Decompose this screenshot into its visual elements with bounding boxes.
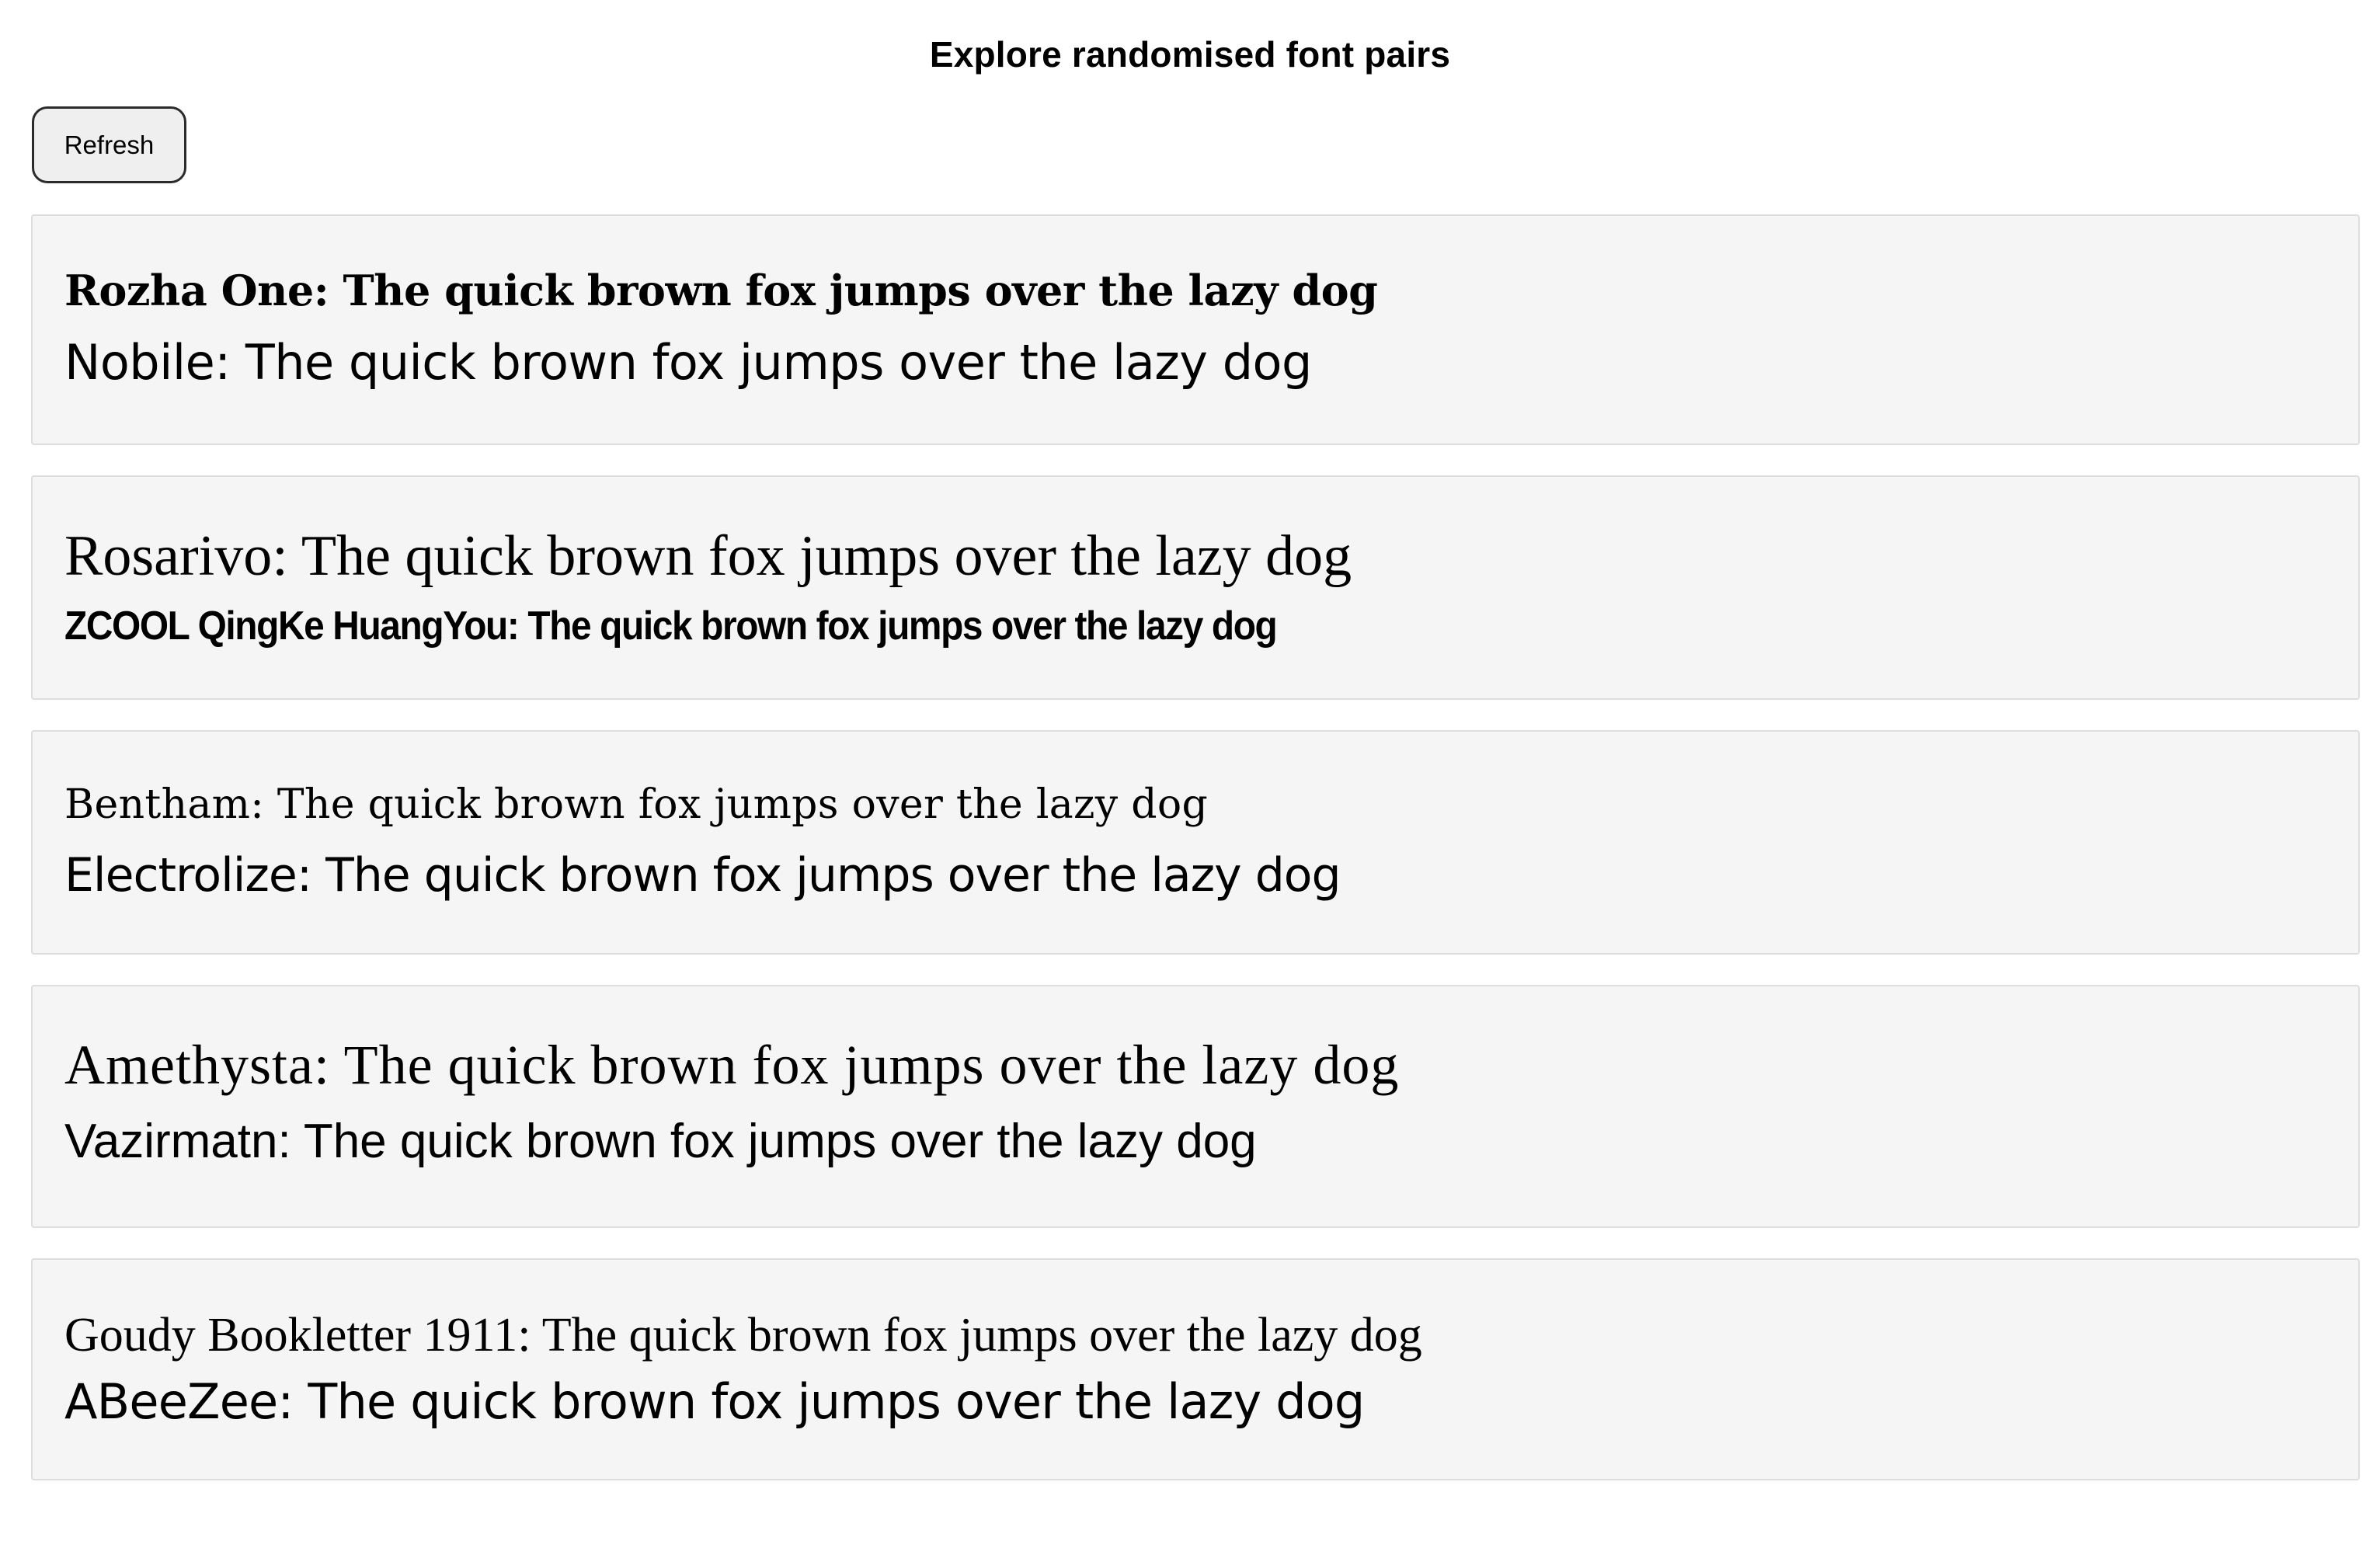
font-sample-first: Rozha One: The quick brown fox jumps ove…	[64, 266, 1378, 315]
font-pair-card: Goudy Bookletter 1911: The quick brown f…	[31, 1258, 2360, 1480]
page-title: Explore randomised font pairs	[929, 34, 1451, 75]
font-pair-card: Bentham: The quick brown fox jumps over …	[31, 730, 2360, 955]
font-sample-second: Electrolize: The quick brown fox jumps o…	[64, 848, 1341, 903]
font-sample-second: Vazirmatn: The quick brown fox jumps ove…	[64, 1115, 1257, 1168]
font-sample-second: ZCOOL QingKe HuangYou: The quick brown f…	[64, 604, 1278, 649]
font-pair-card: Amethysta: The quick brown fox jumps ove…	[31, 985, 2360, 1228]
font-pair-card: Rozha One: The quick brown fox jumps ove…	[31, 214, 2360, 445]
font-sample-first: Rosarivo: The quick brown fox jumps over…	[64, 524, 1352, 588]
refresh-button[interactable]: Refresh	[32, 106, 186, 183]
font-sample-first: Bentham: The quick brown fox jumps over …	[64, 781, 1209, 828]
font-sample-first: Amethysta: The quick brown fox jumps ove…	[64, 1034, 1400, 1096]
font-sample-second: ABeeZee: The quick brown fox jumps over …	[64, 1373, 1365, 1430]
font-sample-first: Goudy Bookletter 1911: The quick brown f…	[64, 1309, 1422, 1362]
font-sample-second: Nobile: The quick brown fox jumps over t…	[64, 334, 1312, 391]
font-pair-card: Rosarivo: The quick brown fox jumps over…	[31, 475, 2360, 700]
